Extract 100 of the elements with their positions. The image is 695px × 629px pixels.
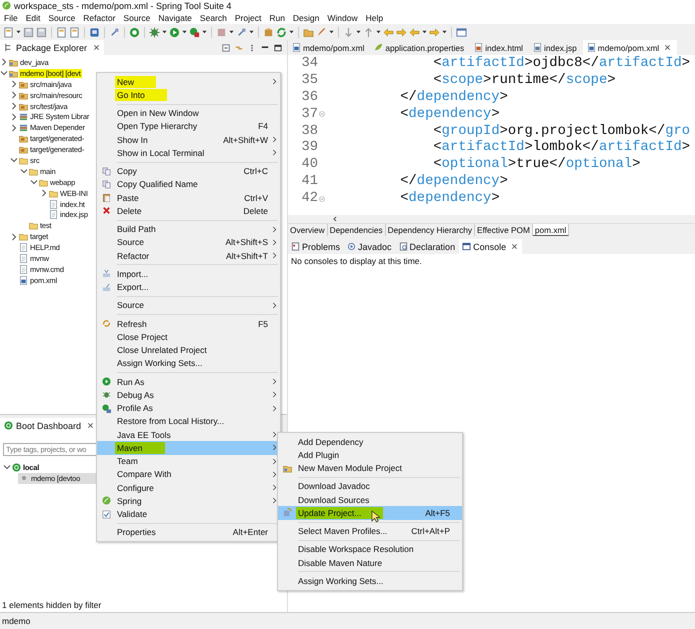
dropdown-caret-icon[interactable]: [329, 30, 334, 34]
menu-item[interactable]: Restore from Local History...: [97, 414, 280, 428]
menu-item[interactable]: Disable Maven Nature: [278, 556, 462, 570]
toolbar-win-icon[interactable]: [456, 26, 467, 38]
dropdown-caret-icon[interactable]: [202, 30, 207, 34]
menu-item[interactable]: Java EE Tools: [97, 428, 280, 442]
toolbar-circle-icon[interactable]: [129, 26, 140, 38]
toolbar-square-icon[interactable]: [89, 26, 100, 38]
menu-item[interactable]: Add Plugin: [278, 448, 462, 462]
menu-bar-item[interactable]: Design: [292, 12, 320, 22]
editor-page-tab[interactable]: Overview: [288, 224, 328, 236]
menu-bar-item[interactable]: Refactor: [83, 12, 116, 22]
menu-item[interactable]: Source: [97, 298, 280, 312]
close-icon[interactable]: [511, 243, 518, 250]
menu-item[interactable]: Select Maven Profiles... Ctrl+Alt+P: [278, 524, 462, 538]
dropdown-caret-icon[interactable]: [442, 30, 447, 34]
menu-item[interactable]: Assign Working Sets...: [97, 356, 280, 370]
editor-tab[interactable]: mdemo/pom.xml: [288, 40, 370, 55]
menu-bar-item[interactable]: Search: [200, 12, 227, 22]
menu-item[interactable]: Configure: [97, 481, 280, 494]
view-tab[interactable]: Package Explorer: [0, 40, 104, 55]
menu-bar-item[interactable]: Run: [269, 12, 285, 22]
menu-bar-item[interactable]: Project: [234, 12, 262, 22]
menu-item[interactable]: Import...: [97, 267, 280, 280]
menu-item[interactable]: Copy Ctrl+C: [97, 164, 280, 178]
menu-item[interactable]: Disable Workspace Resolution: [278, 542, 462, 556]
menu-item[interactable]: Close Project: [97, 330, 280, 344]
editor-tab[interactable]: mdemo/pom.xml: [582, 40, 678, 55]
menu-item[interactable]: Assign Working Sets...: [278, 574, 462, 588]
menu-item[interactable]: Export...: [97, 280, 280, 294]
dropdown-caret-icon[interactable]: [289, 30, 294, 34]
menu-bar-item[interactable]: Help: [366, 12, 384, 22]
menu-item[interactable]: Go Into: [97, 88, 280, 102]
toolbar-gear-icon[interactable]: [149, 26, 160, 38]
toolbar-folder-icon[interactable]: [303, 26, 314, 38]
menu-item[interactable]: Update Project... Alt+F5: [278, 506, 462, 520]
editor-tab[interactable]: application.properties: [370, 40, 470, 55]
menu-item[interactable]: Source Alt+Shift+S: [97, 236, 280, 249]
close-icon[interactable]: [87, 422, 94, 429]
close-icon[interactable]: [664, 44, 672, 51]
menu-item[interactable]: Copy Qualified Name: [97, 178, 280, 191]
dropdown-caret-icon[interactable]: [376, 30, 381, 34]
view-tab[interactable]: Javadoc: [344, 239, 396, 254]
editor-page-tab[interactable]: pom.xml: [532, 224, 570, 236]
collapse-all-icon[interactable]: [222, 44, 230, 52]
dropdown-caret-icon[interactable]: [249, 30, 254, 34]
menu-bar-item[interactable]: File: [4, 12, 18, 22]
menu-item[interactable]: Download Javadoc: [278, 480, 462, 493]
toolbar-forward-arrow-icon[interactable]: [396, 26, 407, 38]
view-tab[interactable]: Console: [459, 239, 522, 254]
dropdown-caret-icon[interactable]: [16, 30, 21, 34]
maximize-icon[interactable]: [274, 44, 282, 52]
dropdown-caret-icon[interactable]: [162, 30, 167, 34]
toolbar-pin-icon[interactable]: [236, 26, 247, 38]
close-icon[interactable]: [93, 44, 100, 51]
menu-bar-item[interactable]: Source: [48, 12, 76, 22]
menu-bar-item[interactable]: Source: [123, 12, 150, 22]
menu-item[interactable]: Team: [97, 454, 280, 468]
menu-bar-item[interactable]: Navigate: [158, 12, 192, 22]
menu-bar-item[interactable]: Window: [327, 12, 358, 22]
view-tab[interactable]: Problems: [288, 239, 344, 254]
menu-item[interactable]: New: [97, 75, 280, 88]
menu-item[interactable]: Run As: [97, 375, 280, 388]
menu-item[interactable]: Debug As: [97, 388, 280, 402]
menu-item[interactable]: Validate: [97, 508, 280, 521]
editor-page-tab[interactable]: Dependencies: [328, 224, 386, 236]
view-tab[interactable]: Declaration: [396, 239, 460, 254]
menu-bar-item[interactable]: Edit: [26, 12, 40, 22]
toolbar-bug-icon[interactable]: [189, 26, 200, 38]
menu-item[interactable]: Build Path: [97, 222, 280, 236]
menu-item[interactable]: Show in Local Terminal: [97, 146, 280, 160]
dropdown-caret-icon[interactable]: [422, 30, 427, 34]
menu-item[interactable]: Paste Ctrl+V: [97, 191, 280, 204]
menu-item[interactable]: Spring: [97, 494, 280, 508]
dropdown-caret-icon[interactable]: [229, 30, 234, 34]
menu-item[interactable]: New Maven Module Project: [278, 462, 462, 475]
toolbar-doc-icon[interactable]: [56, 26, 67, 38]
menu-item[interactable]: Refactor Alt+Shift+T: [97, 249, 280, 262]
editor-tab[interactable]: index.html: [470, 40, 530, 55]
horizontal-scrollbar[interactable]: [288, 215, 695, 223]
editor-tab[interactable]: index.jsp: [529, 40, 583, 55]
toolbar-doc-icon[interactable]: [69, 26, 80, 38]
scroll-left-icon[interactable]: [332, 216, 338, 222]
menu-item[interactable]: Maven: [97, 441, 280, 454]
toolbar-pin-icon[interactable]: [109, 26, 120, 38]
menu-item[interactable]: Open in New Window: [97, 106, 280, 120]
menu-item[interactable]: Delete Delete: [97, 204, 280, 218]
menu-item[interactable]: Properties Alt+Enter: [97, 526, 280, 539]
menu-item[interactable]: Open Type Hierarchy F4: [97, 120, 280, 133]
menu-item[interactable]: Profile As: [97, 402, 280, 415]
dropdown-caret-icon[interactable]: [182, 30, 187, 34]
editor-page-tab[interactable]: Dependency Hierarchy: [386, 224, 476, 236]
menu-item[interactable]: Compare With: [97, 468, 280, 481]
menu-item[interactable]: Close Unrelated Project: [97, 344, 280, 357]
dropdown-caret-icon[interactable]: [356, 30, 361, 34]
menu-item[interactable]: Show In Alt+Shift+W: [97, 133, 280, 146]
menu-item[interactable]: Refresh F5: [97, 317, 280, 330]
toolbar-play-icon[interactable]: [169, 26, 180, 38]
view-tab[interactable]: Boot Dashboard: [0, 418, 98, 433]
menu-item[interactable]: Add Dependency: [278, 435, 462, 448]
